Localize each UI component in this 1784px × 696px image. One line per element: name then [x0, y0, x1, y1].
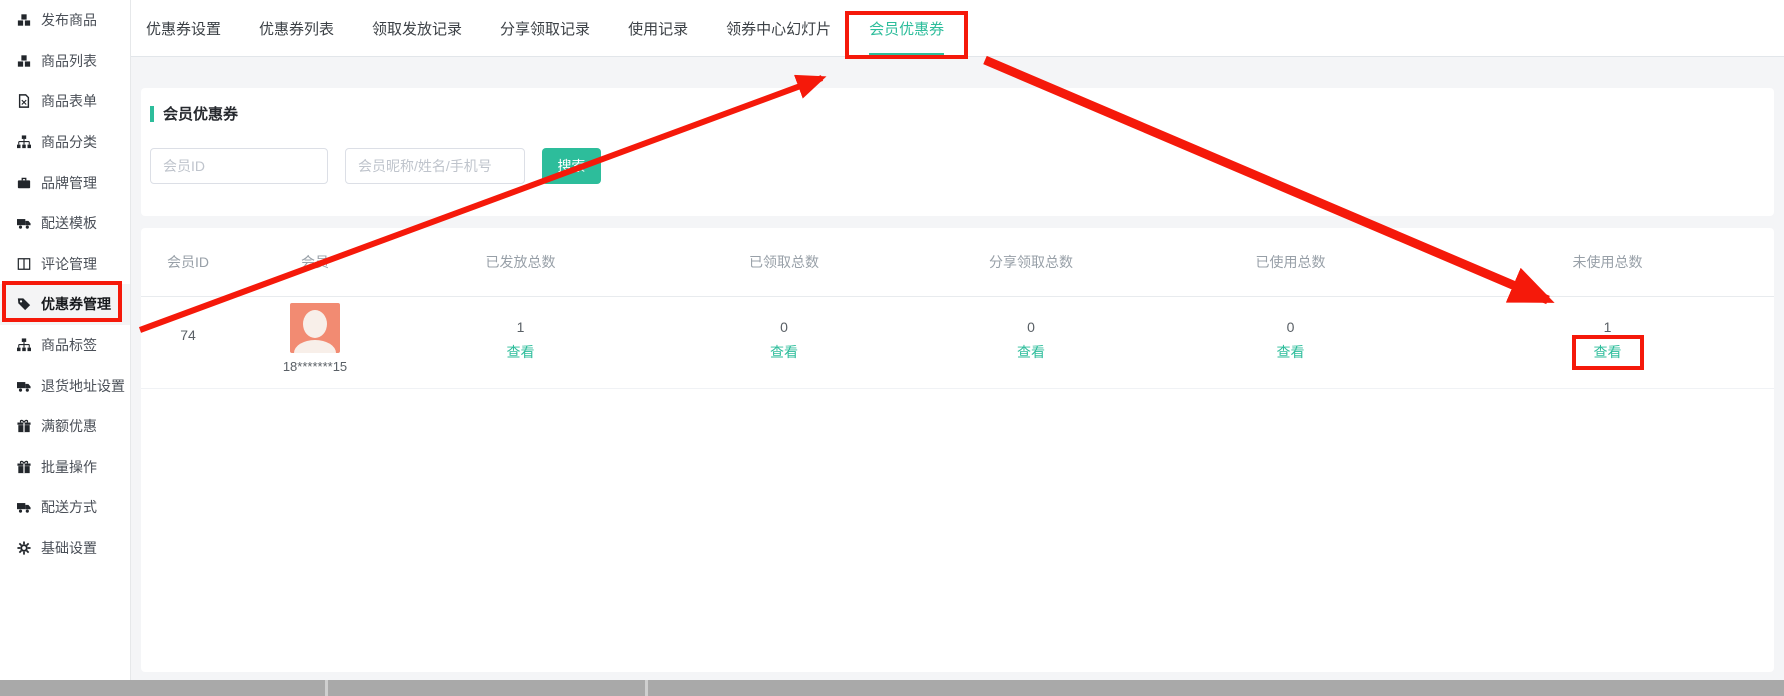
sidebar-item-label: 批量操作	[41, 457, 97, 477]
unused-total-value: 1	[1604, 297, 1612, 335]
view-share-received-link[interactable]: 查看	[1017, 342, 1045, 362]
sidebar-item-full-amount-discount[interactable]: 满额优惠	[0, 406, 130, 447]
sidebar-item-comment-management[interactable]: 评论管理	[0, 244, 130, 285]
scrollbar-divider	[325, 680, 328, 696]
member-id-input[interactable]	[150, 148, 328, 184]
sidebar-item-label: 品牌管理	[41, 173, 97, 193]
truck-icon	[17, 216, 31, 230]
sidebar-item-label: 满额优惠	[41, 416, 97, 436]
issued-total-value: 1	[517, 297, 525, 335]
tab-label: 优惠券列表	[259, 18, 334, 39]
active-tab-underline	[869, 53, 944, 56]
sidebar-item-label: 商品列表	[41, 51, 97, 71]
sidebar-item-product-tags[interactable]: 商品标签	[0, 325, 130, 366]
truck-icon	[17, 379, 31, 393]
tab-claim-issue-records[interactable]: 领取发放记录	[372, 0, 462, 56]
tab-label: 优惠券设置	[146, 18, 221, 39]
view-unused-link[interactable]: 查看	[1594, 342, 1622, 362]
received-total-value: 0	[780, 297, 788, 335]
sitemap-icon	[17, 135, 31, 149]
sidebar-item-delivery-method[interactable]: 配送方式	[0, 487, 130, 528]
table-row: 74 18*******15 1 查看 0 查看 0 查看 0 查看 1 查看	[141, 297, 1774, 389]
page-title: 会员优惠券	[163, 103, 238, 124]
sidebar-item-label: 商品表单	[41, 91, 97, 111]
tab-member-coupons[interactable]: 会员优惠券	[869, 0, 944, 56]
tab-coupon-center-slides[interactable]: 领券中心幻灯片	[726, 0, 831, 56]
gear-icon	[17, 541, 31, 555]
sidebar-item-label: 退货地址设置	[41, 376, 125, 396]
sidebar-item-coupon-management[interactable]: 优惠券管理	[0, 284, 130, 325]
file-icon	[17, 94, 31, 108]
sidebar-item-delivery-template[interactable]: 配送模板	[0, 203, 130, 244]
sitemap-icon	[17, 338, 31, 352]
avatar-person-icon	[303, 310, 327, 338]
sidebar-item-return-address-settings[interactable]: 退货地址设置	[0, 365, 130, 406]
col-header-member-id: 会员ID	[141, 252, 235, 272]
sidebar-item-label: 评论管理	[41, 254, 97, 274]
sidebar-item-label: 商品分类	[41, 132, 97, 152]
view-issued-link[interactable]: 查看	[507, 342, 535, 362]
tab-usage-records[interactable]: 使用记录	[628, 0, 688, 56]
sidebar-item-label: 配送模板	[41, 213, 97, 233]
sidebar: 发布商品 商品列表 商品表单 商品分类 品牌管理 配送模板 评论管理 优惠券管理…	[0, 0, 131, 680]
sidebar-item-product-form[interactable]: 商品表单	[0, 81, 130, 122]
sidebar-item-label: 配送方式	[41, 497, 97, 517]
tab-label: 领券中心幻灯片	[726, 18, 831, 39]
tab-label: 会员优惠券	[869, 18, 944, 39]
sidebar-item-basic-settings[interactable]: 基础设置	[0, 528, 130, 569]
member-phone-masked: 18*******15	[283, 359, 347, 374]
cubes-icon	[17, 54, 31, 68]
member-coupon-table: 会员ID 会员 已发放总数 已领取总数 分享领取总数 已使用总数 未使用总数 7…	[141, 228, 1774, 672]
sidebar-item-product-category[interactable]: 商品分类	[0, 122, 130, 163]
tab-coupon-settings[interactable]: 优惠券设置	[146, 0, 221, 56]
member-coupon-search-panel: 会员优惠券 搜索	[141, 88, 1774, 216]
tab-share-claim-records[interactable]: 分享领取记录	[500, 0, 590, 56]
view-received-link[interactable]: 查看	[770, 342, 798, 362]
tab-coupon-list[interactable]: 优惠券列表	[259, 0, 334, 56]
sidebar-item-publish-product[interactable]: 发布商品	[0, 0, 130, 41]
used-total-value: 0	[1287, 297, 1295, 335]
tab-label: 领取发放记录	[372, 18, 462, 39]
sidebar-item-label: 优惠券管理	[41, 294, 111, 314]
columns-icon	[17, 257, 31, 271]
scrollbar-divider	[645, 680, 648, 696]
coupon-tab-bar: 优惠券设置 优惠券列表 领取发放记录 分享领取记录 使用记录 领券中心幻灯片 会…	[131, 0, 1784, 57]
sidebar-item-brand-management[interactable]: 品牌管理	[0, 162, 130, 203]
member-info-input[interactable]	[345, 148, 525, 184]
cubes-icon	[17, 13, 31, 27]
member-id-value: 74	[180, 297, 196, 343]
table-header-row: 会员ID 会员 已发放总数 已领取总数 分享领取总数 已使用总数 未使用总数	[141, 228, 1774, 297]
horizontal-scrollbar[interactable]	[0, 680, 1784, 696]
title-accent-bar	[150, 106, 154, 122]
col-header-member: 会员	[235, 252, 395, 272]
sidebar-item-label: 基础设置	[41, 538, 97, 558]
member-avatar	[290, 303, 340, 353]
view-used-link[interactable]: 查看	[1277, 342, 1305, 362]
briefcase-icon	[17, 176, 31, 190]
col-header-used-total: 已使用总数	[1140, 252, 1441, 272]
truck-icon	[17, 500, 31, 514]
sidebar-item-product-list[interactable]: 商品列表	[0, 41, 130, 82]
sidebar-item-label: 发布商品	[41, 10, 97, 30]
col-header-issued-total: 已发放总数	[395, 252, 646, 272]
gift-icon	[17, 419, 31, 433]
gift-icon	[17, 460, 31, 474]
col-header-share-received-total: 分享领取总数	[922, 252, 1140, 272]
col-header-received-total: 已领取总数	[646, 252, 922, 272]
search-button[interactable]: 搜索	[542, 148, 601, 184]
sidebar-item-batch-operations[interactable]: 批量操作	[0, 447, 130, 488]
share-received-total-value: 0	[1027, 297, 1035, 335]
tab-label: 使用记录	[628, 18, 688, 39]
tab-label: 分享领取记录	[500, 18, 590, 39]
panel-title: 会员优惠券	[150, 103, 238, 124]
tag-icon	[17, 297, 31, 311]
col-header-unused-total: 未使用总数	[1441, 252, 1774, 272]
sidebar-item-label: 商品标签	[41, 335, 97, 355]
